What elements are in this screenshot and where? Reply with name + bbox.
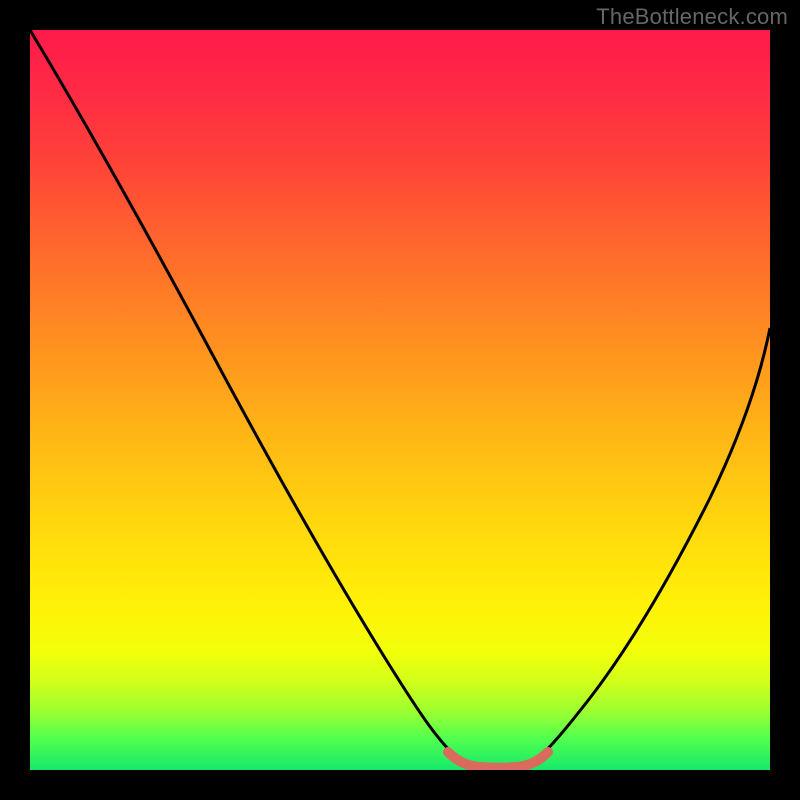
chart-svg [30,30,770,770]
bottleneck-curve [30,30,770,770]
chart-frame: TheBottleneck.com [0,0,800,800]
watermark-text: TheBottleneck.com [596,4,788,30]
bottleneck-flat-segment [448,752,548,768]
plot-area [30,30,770,770]
